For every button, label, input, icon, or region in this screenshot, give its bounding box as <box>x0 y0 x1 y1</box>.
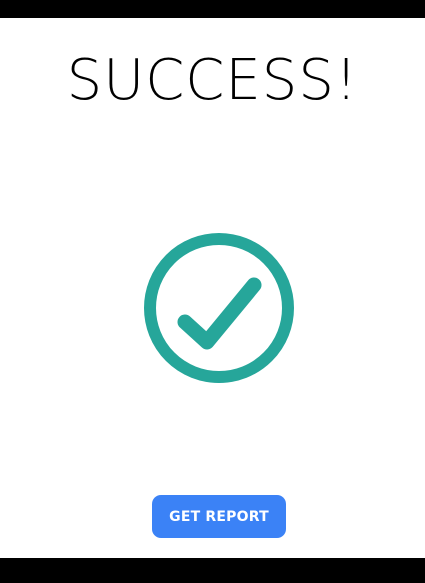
check-ring <box>144 233 294 383</box>
checkmark <box>177 277 262 350</box>
screen-frame: SUCCESS! GET REPORT <box>0 0 425 583</box>
get-report-button[interactable]: GET REPORT <box>152 495 286 538</box>
page-title: SUCCESS! <box>66 48 359 113</box>
check-circle-icon <box>143 232 295 384</box>
success-screen: SUCCESS! GET REPORT <box>0 18 425 558</box>
